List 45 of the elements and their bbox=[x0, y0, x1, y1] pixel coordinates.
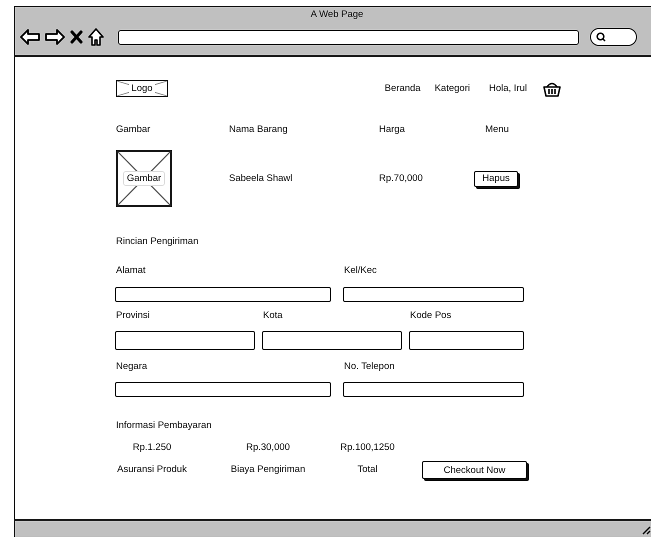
resize-grip-icon[interactable] bbox=[641, 525, 651, 535]
column-header: Menu bbox=[484, 124, 510, 136]
back-icon[interactable] bbox=[20, 29, 40, 45]
field-label: Negara bbox=[116, 361, 148, 373]
nav-link[interactable]: Beranda bbox=[384, 82, 421, 94]
column-header: Nama Barang bbox=[229, 124, 289, 136]
field-label: Kel/Kec bbox=[344, 265, 377, 277]
address-bar[interactable] bbox=[118, 30, 579, 44]
field-label: Provinsi bbox=[116, 310, 150, 322]
amount-label: Biaya Pengiriman bbox=[230, 464, 306, 476]
amount-value: Rp.100,1250 bbox=[340, 442, 395, 454]
forward-icon[interactable] bbox=[45, 29, 65, 45]
amount-value: Rp.1.250 bbox=[132, 442, 172, 454]
table-cell-text: Rp.70,000 bbox=[379, 172, 424, 184]
input-field[interactable] bbox=[409, 331, 524, 350]
input-field[interactable] bbox=[343, 382, 524, 397]
home-icon[interactable] bbox=[88, 28, 104, 46]
amount-value: Rp.30,000 bbox=[246, 442, 290, 454]
field-label: Kota bbox=[263, 310, 283, 322]
field-label: Kode Pos bbox=[410, 310, 452, 322]
window-title: A Web Page bbox=[310, 8, 364, 20]
image-label: Gambar bbox=[122, 171, 166, 186]
column-header: Harga bbox=[379, 124, 406, 136]
input-field[interactable] bbox=[115, 382, 331, 397]
checkout-button[interactable]: Checkout Now bbox=[422, 461, 527, 479]
search-icon bbox=[596, 32, 606, 42]
nav-link[interactable]: Kategori bbox=[434, 82, 470, 94]
input-field[interactable] bbox=[115, 287, 331, 302]
amount-label: Total bbox=[357, 464, 378, 476]
field-label: Alamat bbox=[116, 265, 146, 277]
input-field[interactable] bbox=[115, 331, 255, 350]
field-label: No. Telepon bbox=[344, 361, 395, 373]
delete-button[interactable]: Hapus bbox=[474, 170, 518, 186]
column-header: Gambar bbox=[116, 124, 152, 136]
section-title: Informasi Pembayaran bbox=[116, 420, 213, 432]
nav-link[interactable]: Hola, Irul bbox=[488, 82, 527, 94]
input-field[interactable] bbox=[262, 331, 402, 350]
search-field[interactable] bbox=[590, 28, 637, 46]
close-icon[interactable] bbox=[70, 30, 83, 44]
basket-icon[interactable] bbox=[543, 80, 561, 96]
input-field[interactable] bbox=[343, 287, 524, 302]
logo-text: Logo bbox=[129, 83, 155, 94]
section-title: Rincian Pengiriman bbox=[116, 236, 200, 248]
amount-label: Asuransi Produk bbox=[117, 464, 187, 476]
table-cell-text: Sabeela Shawl bbox=[229, 172, 294, 184]
